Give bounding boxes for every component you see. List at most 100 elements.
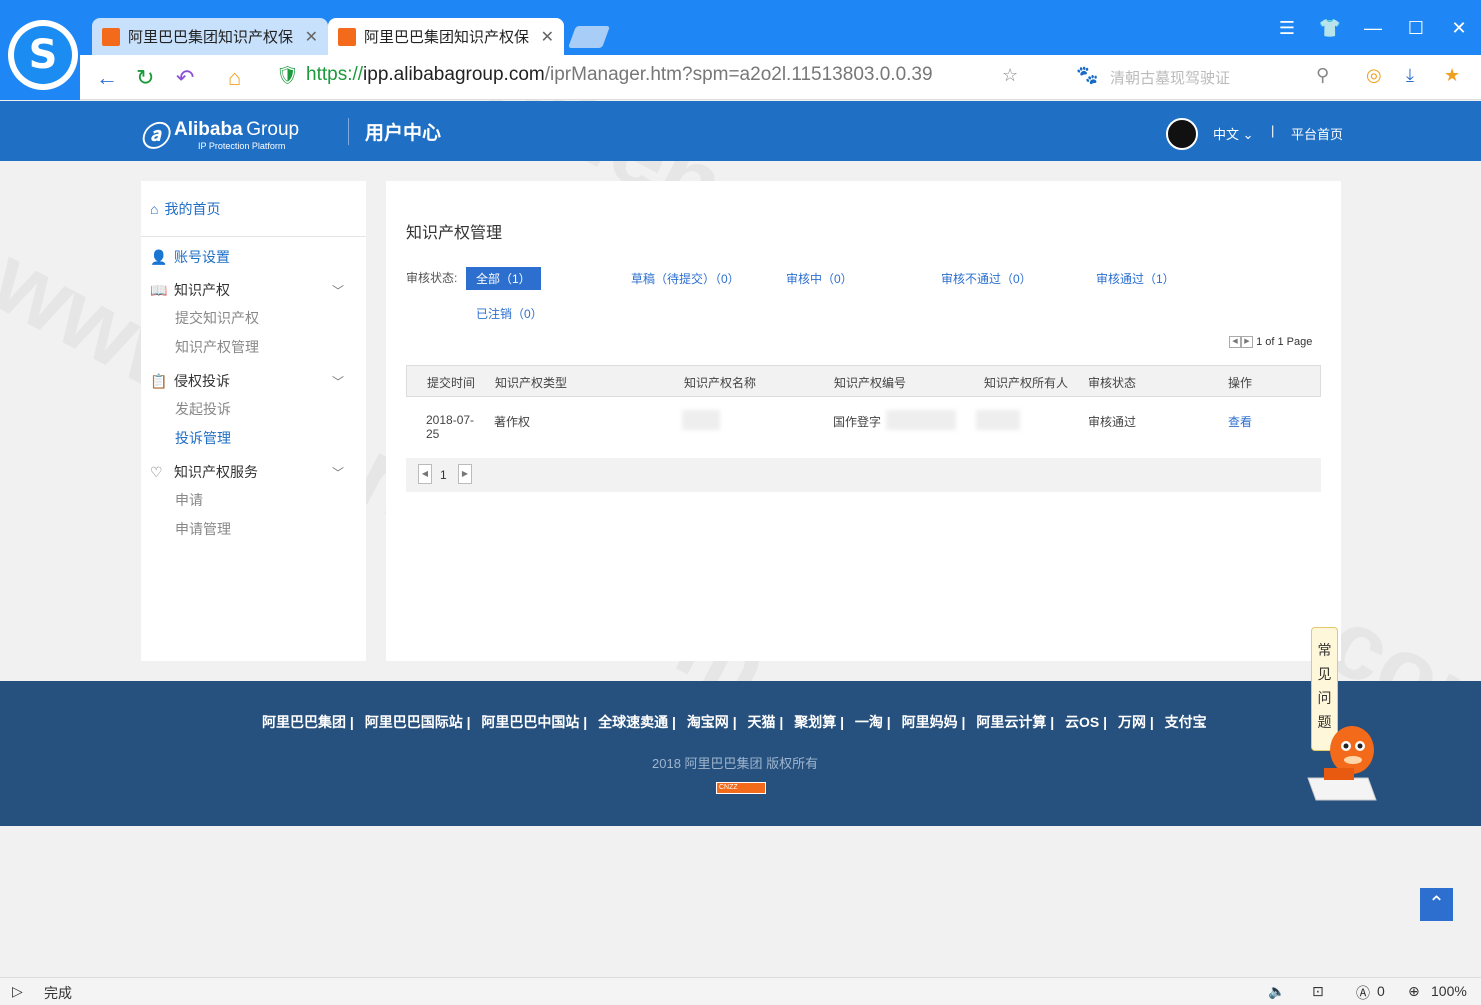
sidebar-item-account[interactable]: 👤 账号设置: [150, 247, 230, 267]
adblock-icon[interactable]: Ⓐ: [1356, 983, 1370, 1003]
speaker-icon[interactable]: 🔈: [1268, 983, 1285, 1000]
lock-icon[interactable]: ⊡: [1312, 983, 1324, 1000]
sidebar: ⌂ 我的首页 👤 账号设置 📖 知识产权 ﹀ 提交知识产权 知识产权管理 📋 侵权投诉 ﹀ …: [141, 181, 366, 661]
browser-logo[interactable]: S: [8, 20, 78, 90]
sidebar-item-service[interactable]: ♡ 知识产权服务 ﹀: [150, 462, 360, 482]
sidebar-item-ip-submit[interactable]: 提交知识产权: [175, 308, 259, 328]
user-center-title: 用户中心: [348, 118, 441, 145]
redacted-name: [682, 410, 720, 430]
menu-icon[interactable]: ☰: [1272, 18, 1302, 39]
footer-link[interactable]: 支付宝: [1165, 714, 1207, 730]
sidebar-item-service-manage[interactable]: 申请管理: [175, 519, 231, 539]
language-label: 中文: [1213, 127, 1240, 142]
zoom-level[interactable]: 100%: [1431, 983, 1467, 999]
alibaba-favicon-icon: [102, 27, 120, 46]
prev-page-icon[interactable]: ◀: [418, 464, 432, 484]
sidebar-item-label: 账号设置: [174, 249, 230, 265]
footer-link[interactable]: 阿里妈妈 |: [902, 714, 966, 730]
footer-link[interactable]: 聚划算 |: [794, 714, 844, 730]
chevron-down-icon: ﹀: [331, 374, 344, 389]
footer-link[interactable]: 全球速卖通 |: [598, 714, 676, 730]
filter-approved[interactable]: 审核通过（1）: [1096, 270, 1175, 287]
footer-link[interactable]: 淘宝网 |: [687, 714, 737, 730]
filter-label: 审核状态:: [406, 271, 458, 285]
footer-link[interactable]: 云OS |: [1065, 714, 1107, 730]
close-window-icon[interactable]: ✕: [1444, 18, 1474, 39]
zoom-icon[interactable]: ⊕: [1408, 983, 1420, 1000]
filter-reviewing[interactable]: 审核中（0）: [786, 270, 853, 287]
url-path: /iprManager.htm?spm=a2o2l.11513803.0.0.3…: [544, 64, 933, 85]
header-separator: |: [1271, 123, 1275, 138]
maximize-icon[interactable]: ☐: [1401, 18, 1431, 39]
back-to-top-button[interactable]: ⌃: [1420, 888, 1453, 921]
next-page-icon[interactable]: ▶: [1241, 336, 1253, 349]
minimize-icon[interactable]: —: [1358, 18, 1388, 39]
mascot-icon[interactable]: [1306, 720, 1380, 802]
footer-link[interactable]: 阿里巴巴国际站 |: [365, 714, 471, 730]
page-number[interactable]: 1: [440, 468, 447, 482]
footer-link[interactable]: 阿里云计算 |: [976, 714, 1054, 730]
close-tab-icon[interactable]: ✕: [541, 27, 554, 47]
filter-all[interactable]: 全部（1）: [466, 267, 541, 290]
prev-page-icon[interactable]: ◀: [1229, 336, 1241, 349]
chevron-down-icon: ⌄: [1242, 127, 1254, 142]
pagination-bar: ◀ 1 ▶: [406, 458, 1321, 492]
sidebar-item-label: 我的首页: [164, 200, 221, 217]
search-icon[interactable]: ⚲: [1316, 65, 1329, 86]
new-tab-button[interactable]: [567, 26, 611, 48]
copyright: 2018 阿里巴巴集团 版权所有: [652, 756, 819, 771]
column-header: 提交时间: [427, 376, 476, 390]
play-icon[interactable]: ▷: [12, 983, 23, 1000]
cnzz-badge[interactable]: CNZZ: [716, 782, 766, 794]
refresh-icon[interactable]: ↻: [136, 65, 154, 91]
sidebar-item-complaint-manage[interactable]: 投诉管理: [175, 428, 231, 448]
sidebar-item-complaint-start[interactable]: 发起投诉: [175, 399, 231, 419]
sidebar-item-home[interactable]: ⌂ 我的首页: [141, 181, 366, 237]
footer-link[interactable]: 万网 |: [1118, 714, 1154, 730]
browser-tab-active[interactable]: 阿里巴巴集团知识产权保 ✕: [328, 18, 564, 55]
sidebar-item-ip-manage[interactable]: 知识产权管理: [175, 337, 259, 357]
footer-link[interactable]: 天猫 |: [748, 714, 784, 730]
home-icon[interactable]: ⌂: [228, 65, 241, 91]
faq-char: 常: [1317, 642, 1332, 658]
pager-top: ◀ ▶ 1 of 1 Page: [1229, 336, 1312, 349]
footer-link[interactable]: 阿里巴巴中国站 |: [481, 714, 587, 730]
site-header: ⓐ Alibaba Group IP Protection Platform 用…: [0, 101, 1481, 161]
avatar[interactable]: [1166, 118, 1198, 150]
alibaba-logo[interactable]: ⓐ Alibaba Group IP Protection Platform: [140, 115, 299, 155]
view-link[interactable]: 查看: [1228, 413, 1252, 430]
tab-title: 阿里巴巴集团知识产权保: [128, 29, 294, 46]
footer-link[interactable]: 一淘 |: [855, 714, 891, 730]
star-icon[interactable]: ☆: [1002, 65, 1018, 86]
filter-cancelled[interactable]: 已注销（0）: [476, 305, 543, 322]
main-panel: 知识产权管理 审核状态: 全部（1） 草稿（待提交）（0） 审核中（0） 审核不…: [386, 181, 1341, 661]
user-icon: 👤: [150, 248, 168, 265]
skin-icon[interactable]: 👕: [1315, 18, 1345, 39]
chevron-down-icon: ﹀: [331, 465, 344, 480]
alibaba-favicon-icon: [338, 27, 356, 46]
close-tab-icon[interactable]: ✕: [305, 27, 318, 47]
favorite-icon[interactable]: ★: [1444, 65, 1460, 86]
status-text: 完成: [44, 985, 72, 1001]
cell-type: 著作权: [494, 415, 531, 429]
back-icon[interactable]: ←: [96, 65, 118, 91]
sidebar-item-complaint[interactable]: 📋 侵权投诉 ﹀: [150, 371, 360, 391]
next-page-icon[interactable]: ▶: [458, 464, 472, 484]
url-field[interactable]: https://ipp.alibabagroup.com/iprManager.…: [306, 64, 933, 86]
filter-rejected[interactable]: 审核不通过（0）: [941, 270, 1032, 287]
undo-icon[interactable]: ↶: [176, 65, 194, 91]
brand-subtitle: IP Protection Platform: [198, 141, 286, 151]
language-select[interactable]: 中文 ⌄: [1213, 124, 1254, 143]
browser-tab[interactable]: 阿里巴巴集团知识产权保 ✕: [92, 18, 328, 55]
search-input[interactable]: 清朝古墓现驾驶证: [1110, 67, 1230, 88]
footer-link[interactable]: 阿里巴巴集团 |: [262, 714, 354, 730]
paw-icon: 🐾: [1076, 65, 1099, 85]
more-icon[interactable]: ◎: [1366, 65, 1382, 86]
adblock-count: 0: [1377, 983, 1385, 999]
filter-draft[interactable]: 草稿（待提交）（0）: [631, 270, 740, 287]
platform-home-link[interactable]: 平台首页: [1291, 124, 1343, 143]
download-icon[interactable]: ⤓: [1406, 65, 1414, 86]
sidebar-item-service-apply[interactable]: 申请: [175, 490, 203, 510]
sidebar-item-ip[interactable]: 📖 知识产权 ﹀: [150, 280, 360, 300]
chevron-down-icon: ﹀: [331, 283, 344, 298]
